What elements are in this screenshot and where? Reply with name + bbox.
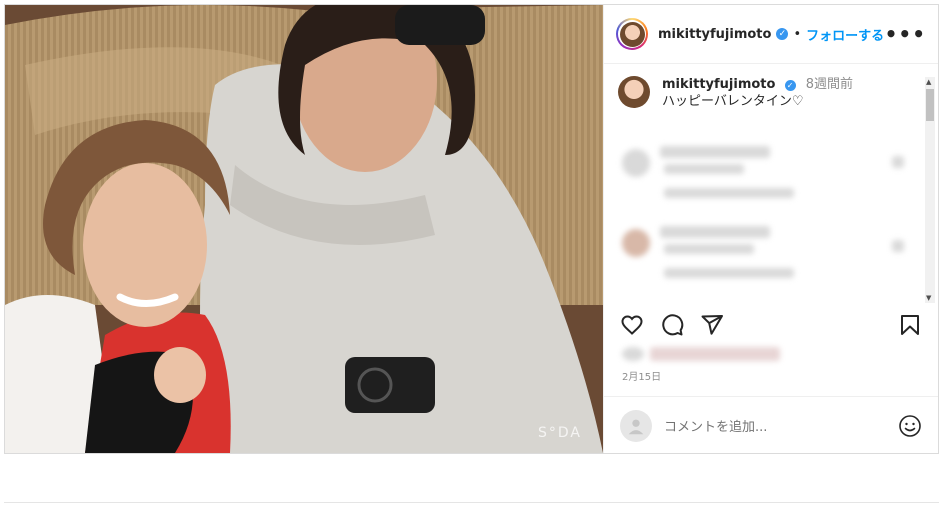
blurred-like-icon — [892, 156, 904, 168]
emoji-icon[interactable] — [898, 414, 922, 438]
post-sidebar: mikittyfujimoto ✓ • フォローする ••• mikittyfu… — [603, 5, 938, 453]
caption-time[interactable]: 8週間前 — [806, 77, 853, 92]
action-bar — [620, 311, 922, 339]
more-icon[interactable]: ••• — [885, 22, 926, 46]
verified-icon: ✓ — [784, 80, 796, 91]
blurred-comment-text — [660, 146, 770, 158]
scrollbar-thumb[interactable] — [926, 89, 934, 121]
caption: mikittyfujimoto ✓ 8週間前 ハッピーバレンタイン♡ — [604, 64, 938, 110]
blurred-comment-text — [664, 244, 754, 254]
post-photo[interactable]: S°DA — [5, 5, 603, 453]
page-divider — [4, 502, 939, 503]
blurred-comment-avatar — [622, 229, 650, 257]
blurred-comment-avatar — [622, 149, 650, 177]
comments-section[interactable]: mikittyfujimoto ✓ 8週間前 ハッピーバレンタイン♡ — [604, 64, 938, 299]
instagram-post-embed: S°DA mikittyfujimoto ✓ • フォローする ••• miki… — [4, 4, 939, 454]
share-icon[interactable] — [700, 313, 724, 337]
likes-count[interactable] — [622, 345, 782, 361]
separator: • — [793, 26, 802, 42]
scroll-down-icon[interactable]: ▼ — [926, 294, 931, 302]
username-link[interactable]: mikittyfujimoto — [658, 27, 771, 42]
caption-username[interactable]: mikittyfujimoto — [662, 77, 775, 92]
blurred-like-icon — [892, 240, 904, 252]
blurred-comment-text — [660, 226, 770, 238]
comments-scrollbar[interactable]: ▲ ▼ — [925, 77, 935, 303]
post-date[interactable]: 2月15日 — [622, 368, 661, 383]
heart-icon[interactable] — [620, 313, 644, 337]
comment-input[interactable]: コメントを追加... — [664, 416, 898, 435]
user-avatar-placeholder — [620, 409, 652, 442]
post-header: mikittyfujimoto ✓ • フォローする ••• — [604, 5, 938, 64]
caption-avatar[interactable] — [618, 76, 650, 108]
blurred-comment-text — [664, 164, 744, 174]
follow-button[interactable]: フォローする — [806, 25, 884, 44]
photo-illustration — [5, 5, 603, 453]
comment-icon[interactable] — [660, 313, 684, 337]
bookmark-icon[interactable] — [898, 313, 922, 337]
caption-text: ハッピーバレンタイン♡ — [662, 94, 804, 109]
photo-watermark: S°DA — [538, 425, 582, 441]
add-comment-bar: コメントを追加... — [604, 396, 938, 454]
profile-avatar[interactable] — [616, 18, 648, 50]
verified-icon: ✓ — [776, 28, 789, 40]
scroll-up-icon[interactable]: ▲ — [926, 78, 931, 86]
blurred-comment-meta — [664, 188, 794, 198]
blurred-comment-meta — [664, 268, 794, 278]
